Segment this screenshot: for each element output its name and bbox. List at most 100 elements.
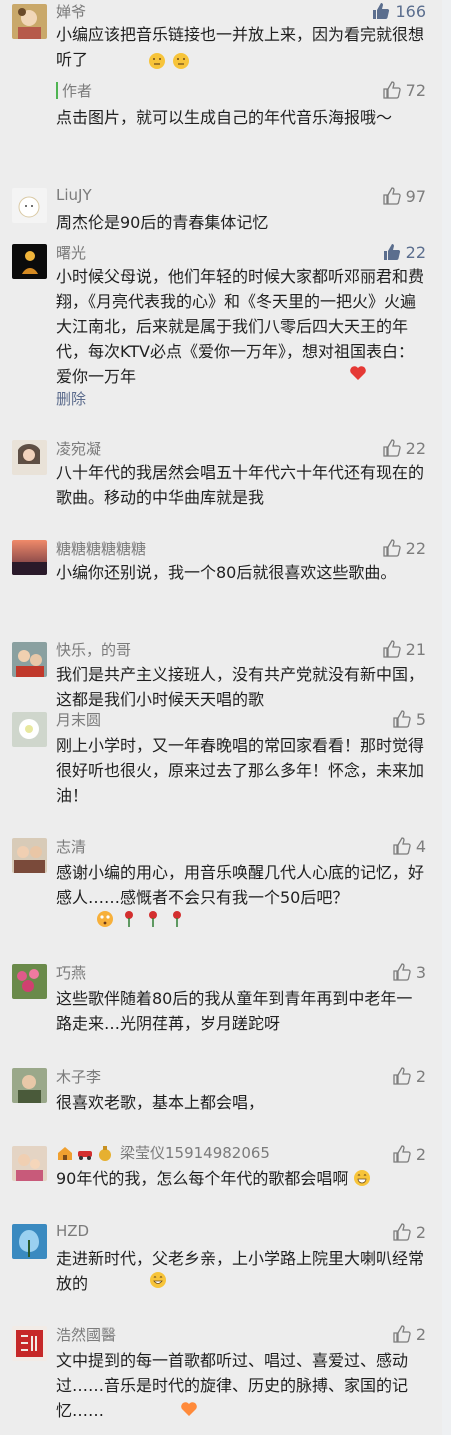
thumbs-up-icon — [393, 1145, 411, 1163]
comment-author-name[interactable]: HZD — [56, 1222, 89, 1240]
comment-text: 小编应该把音乐链接也一并放上来，因为看完就很想听了 — [56, 25, 425, 69]
avatar[interactable] — [12, 440, 47, 475]
thumbs-up-icon — [393, 1067, 411, 1085]
comment-text: 文中提到的每一首歌都听过、唱过、喜爱过、感动过……音乐是时代的旋律、历史的脉搏、… — [56, 1351, 409, 1420]
like-button[interactable]: 3 — [392, 962, 426, 982]
comment-author-name[interactable]: 木子李 — [56, 1066, 101, 1087]
avatar[interactable] — [12, 712, 47, 747]
like-count: 2 — [415, 1066, 426, 1086]
comment-item: 木子李 2 很喜欢老歌，基本上都会唱， — [0, 1062, 442, 1140]
comment-item: 梁莹仪15914982065 2 90年代的我，怎么每个年代的歌都会唱啊 — [0, 1140, 442, 1218]
like-count: 97 — [405, 186, 426, 206]
comment-text: 小时候父母说，他们年轻的时候大家都听邓丽君和费翔，《月亮代表我的心》和《冬天里的… — [56, 267, 425, 386]
comment-text: 小编你还别说，我一个80后就很喜欢这些歌曲。 — [56, 563, 397, 582]
comment-item: 月末圆 5 刚上小学时，又一年春晚唱的常回家看看！那时觉得很好听也很火，原来过去… — [0, 708, 442, 834]
red-heart-icon — [349, 364, 367, 382]
author-reply-label: 作者 — [62, 82, 93, 100]
comment-author-name[interactable]: 浩然國醫 — [56, 1324, 116, 1345]
like-button[interactable]: 22 — [382, 438, 426, 458]
comment-text: 感谢小编的用心，用音乐唤醒几代人心底的记忆，好感人……感慨者不会只有我一个50后… — [56, 863, 425, 907]
comment-author-name[interactable]: 快乐，的哥 — [56, 639, 131, 660]
comment-text: 90年代的我，怎么每个年代的歌都会唱啊 — [56, 1166, 426, 1191]
comment-author-name[interactable]: LiuJY — [56, 186, 92, 204]
avatar[interactable] — [12, 838, 47, 873]
comment-author-name[interactable]: 月末圆 — [56, 709, 101, 730]
avatar[interactable] — [12, 540, 47, 575]
like-button[interactable]: 2 — [392, 1066, 426, 1086]
avatar[interactable] — [12, 188, 47, 223]
smiling-face-icon — [149, 1271, 167, 1289]
like-button[interactable]: 97 — [382, 186, 426, 206]
scroll-track — [442, 0, 451, 1435]
house-icon — [56, 1144, 74, 1162]
thinking-emoji-icon — [148, 52, 166, 70]
like-count: 5 — [415, 709, 426, 729]
like-count: 22 — [405, 438, 426, 458]
like-count: 166 — [395, 1, 426, 21]
avatar[interactable] — [12, 244, 47, 279]
rose-icon — [144, 910, 162, 928]
thumbs-up-icon — [382, 640, 401, 658]
like-button[interactable]: 2 — [392, 1222, 426, 1242]
comment-author-name[interactable]: 巧燕 — [56, 962, 86, 983]
thumbs-up-icon — [393, 837, 411, 855]
like-button[interactable]: 5 — [392, 709, 426, 729]
like-count: 2 — [415, 1222, 426, 1242]
like-button[interactable]: 2 — [392, 1144, 426, 1164]
delete-link[interactable]: 删除 — [56, 388, 86, 409]
like-count: 22 — [405, 242, 426, 262]
comment-item: 婵爷 166 小编应该把音乐链接也一并放上来，因为看完就很想听了 作者 72 点… — [0, 0, 442, 178]
like-count: 22 — [405, 538, 426, 558]
like-count: 2 — [415, 1324, 426, 1344]
author-reply-indicator — [56, 82, 58, 99]
thumbs-up-icon — [393, 963, 411, 981]
like-button[interactable]: 21 — [382, 639, 426, 659]
avatar[interactable] — [12, 1224, 47, 1259]
comment-item: 凌宛凝 22 八十年代的我居然会唱五十年代六十年代还有现在的歌曲。移动的中华曲库… — [0, 432, 442, 532]
comment-text: 很喜欢老歌，基本上都会唱， — [56, 1093, 265, 1112]
thumbs-up-icon — [382, 439, 401, 457]
flushed-face-icon — [96, 910, 114, 928]
comment-text: 这些歌伴随着80后的我从童年到青年再到中老年一路走来…光阴荏苒，岁月蹉跎呀 — [56, 989, 413, 1033]
like-button[interactable]: 166 — [371, 1, 426, 21]
like-count: 2 — [415, 1144, 426, 1164]
like-count: 4 — [415, 836, 426, 856]
thumbs-up-icon — [383, 244, 400, 260]
author-reply-text: 点击图片，就可以生成自己的年代音乐海报哦～ — [56, 108, 393, 127]
comment-author-name[interactable]: 梁莹仪15914982065 — [56, 1142, 270, 1163]
like-button[interactable]: 22 — [382, 538, 426, 558]
car-icon — [76, 1144, 94, 1162]
comment-author-name-text: 梁莹仪15914982065 — [120, 1144, 270, 1162]
like-button[interactable]: 4 — [392, 836, 426, 856]
avatar[interactable] — [12, 642, 47, 677]
comment-text: 走进新时代，父老乡亲，上小学路上院里大喇叭经常放的 — [56, 1249, 425, 1293]
orange-heart-icon — [180, 1400, 198, 1418]
avatar[interactable] — [12, 1068, 47, 1103]
avatar[interactable] — [12, 964, 47, 999]
like-button[interactable]: 2 — [392, 1324, 426, 1344]
like-button[interactable]: 22 — [382, 242, 426, 262]
comment-text-content: 90年代的我，怎么每个年代的歌都会唱啊 — [56, 1169, 349, 1188]
comment-author-name[interactable]: 凌宛凝 — [56, 438, 101, 459]
rose-icon — [168, 910, 186, 928]
thumbs-up-icon — [393, 1223, 411, 1241]
avatar[interactable] — [12, 4, 47, 39]
comment-author-name[interactable]: 曙光 — [56, 242, 86, 263]
avatar[interactable] — [12, 1146, 47, 1181]
reply-like-button[interactable]: 72 — [382, 80, 426, 100]
avatar[interactable] — [12, 1326, 47, 1361]
thinking-emoji-icon — [172, 52, 190, 70]
like-count: 72 — [405, 80, 426, 100]
comment-author-name[interactable]: 志清 — [56, 836, 86, 857]
comment-item: 浩然國醫 2 文中提到的每一首歌都听过、唱过、喜爱过、感动过……音乐是时代的旋律… — [0, 1320, 442, 1435]
rose-icon — [120, 910, 138, 928]
comment-item: 糖糖糖糖糖糖 22 小编你还别说，我一个80后就很喜欢这些歌曲。 — [0, 532, 442, 632]
comment-item: 巧燕 3 这些歌伴随着80后的我从童年到青年再到中老年一路走来…光阴荏苒，岁月蹉… — [0, 960, 442, 1062]
comment-item: LiuJY 97 周杰伦是90后的青春集体记忆 — [0, 178, 442, 236]
comment-author-name[interactable]: 糖糖糖糖糖糖 — [56, 538, 146, 559]
like-count: 3 — [415, 962, 426, 982]
thumbs-up-icon — [382, 187, 401, 205]
comment-author-name[interactable]: 婵爷 — [56, 1, 86, 22]
thumbs-up-icon — [382, 81, 401, 99]
grinning-face-icon — [353, 1169, 371, 1187]
